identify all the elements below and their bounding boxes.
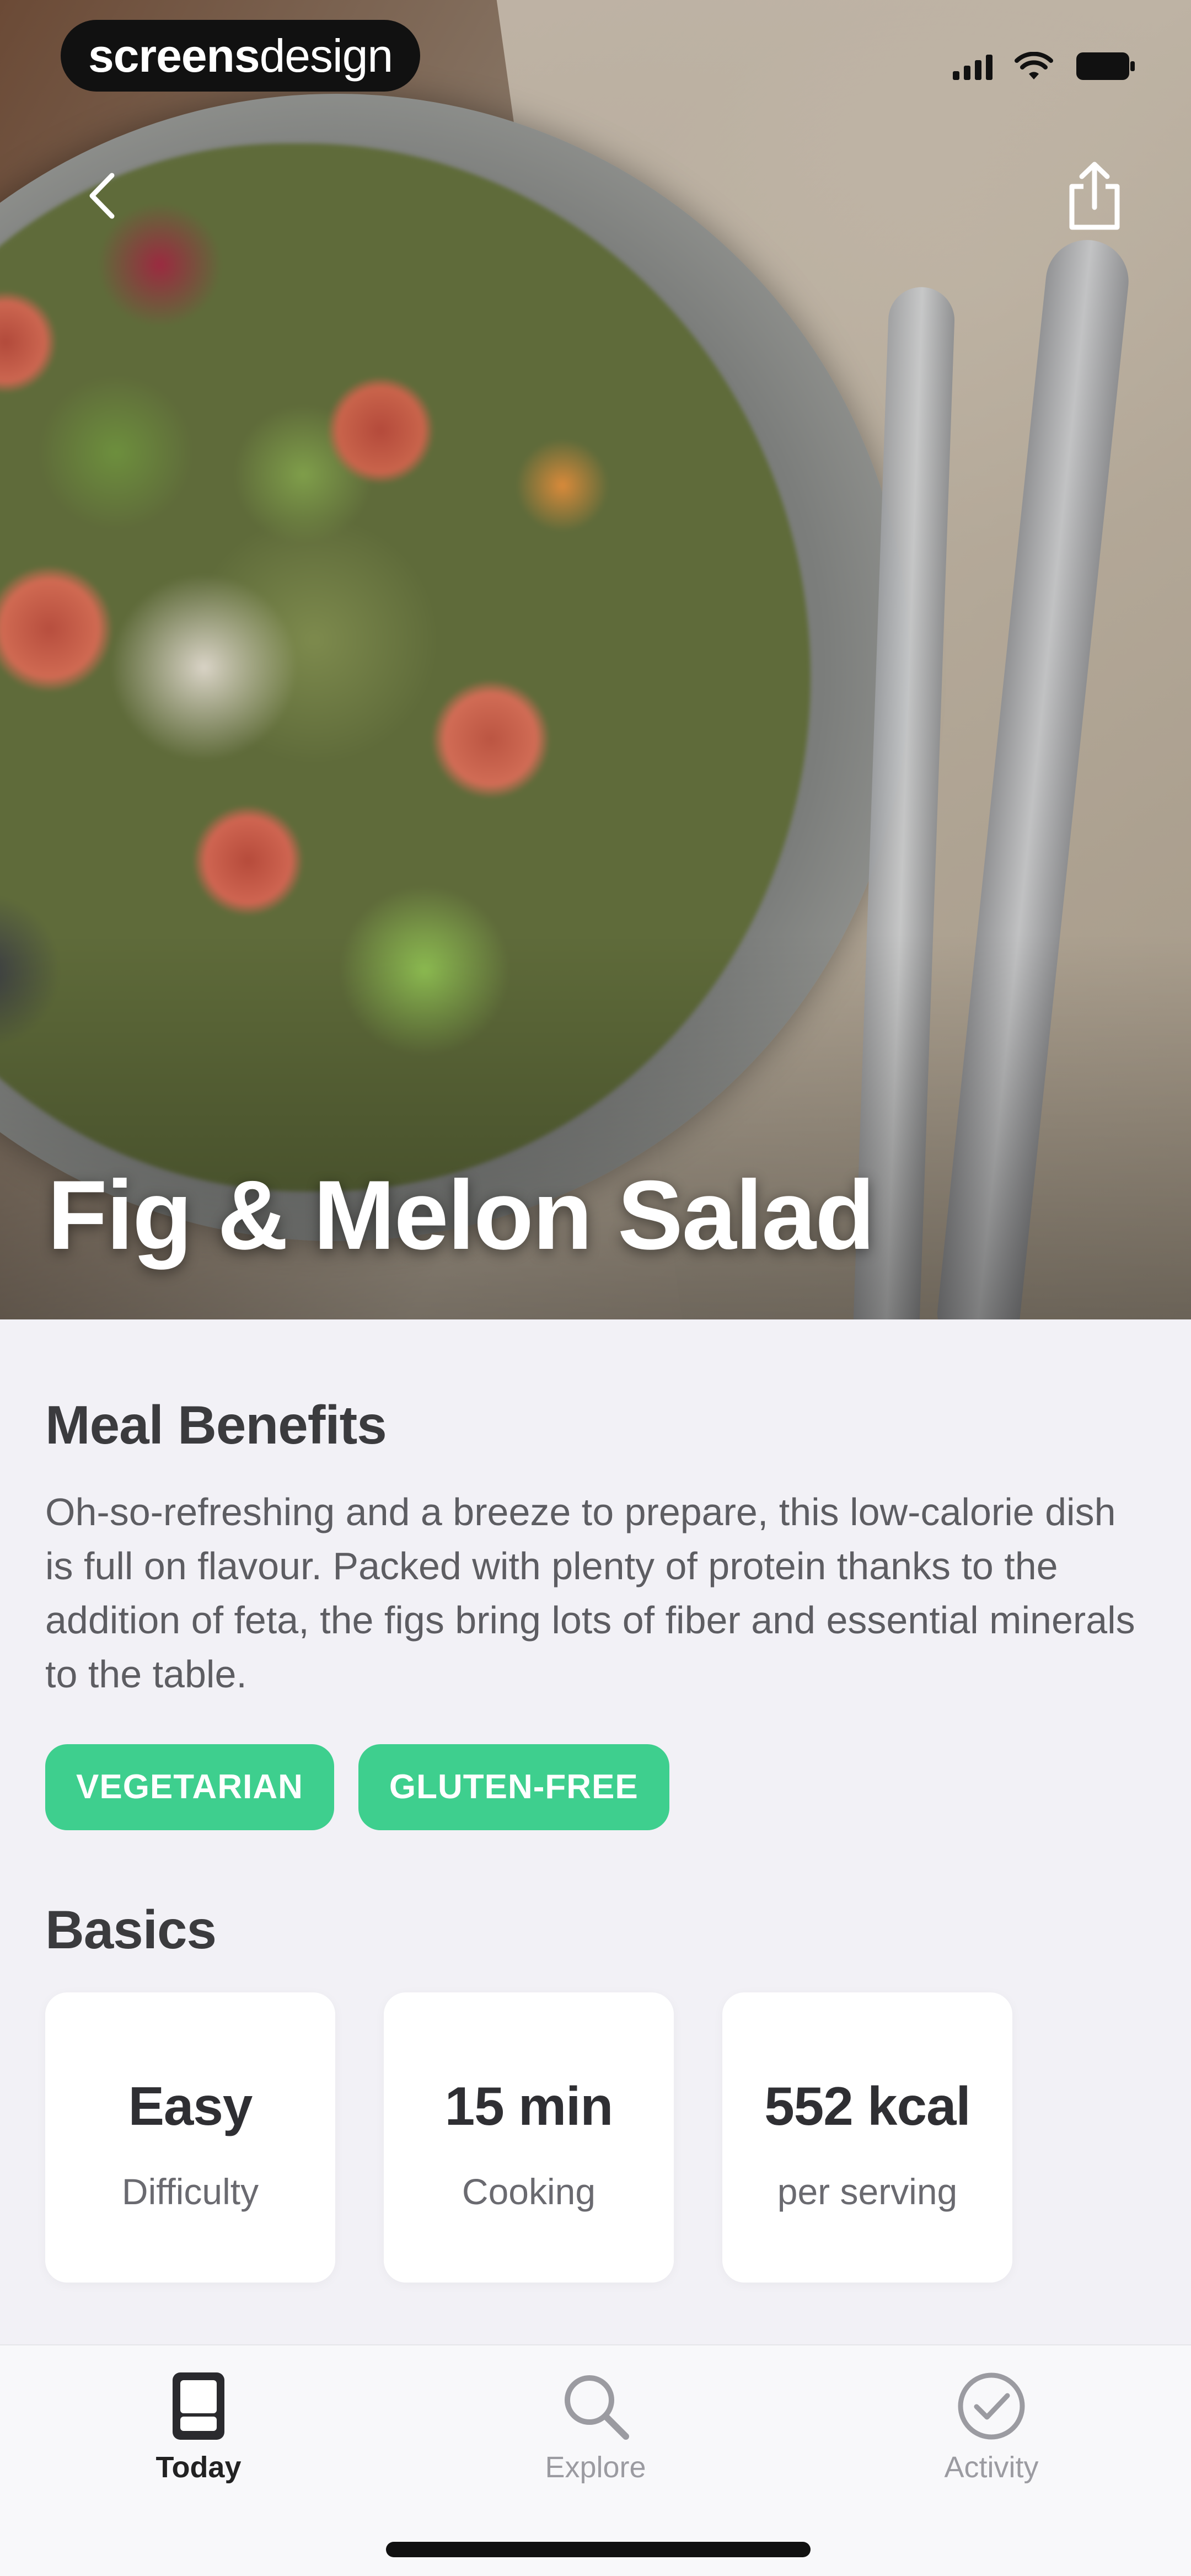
recipe-title: Fig & Melon Salad xyxy=(47,1160,875,1270)
search-icon xyxy=(557,2367,634,2445)
brand-watermark: screensdesign xyxy=(61,20,421,92)
tab-explore-label: Explore xyxy=(545,2451,646,2484)
cooking-time-card: 15 min Cooking xyxy=(384,1992,674,2283)
tab-activity-label: Activity xyxy=(944,2451,1039,2484)
brand-light: design xyxy=(259,30,394,82)
tab-explore[interactable]: Explore xyxy=(485,2367,706,2484)
share-button[interactable] xyxy=(1053,154,1136,237)
calories-value: 552 kcal xyxy=(764,2076,970,2136)
home-indicator[interactable] xyxy=(386,2542,811,2557)
basics-heading: Basics xyxy=(45,1899,217,1960)
calories-label: per serving xyxy=(777,2171,958,2212)
status-icons xyxy=(953,50,1136,83)
signal-icon xyxy=(953,52,993,80)
chevron-left-icon xyxy=(89,173,115,219)
difficulty-card: Easy Difficulty xyxy=(45,1992,335,2283)
meal-benefits-text: Oh-so-refreshing and a breeze to prepare… xyxy=(45,1490,1135,1696)
cooking-time-label: Cooking xyxy=(462,2171,596,2212)
tab-today[interactable]: Today xyxy=(88,2367,309,2484)
tab-activity[interactable]: Activity xyxy=(881,2367,1102,2484)
difficulty-label: Difficulty xyxy=(121,2171,259,2212)
status-bar: screensdesign xyxy=(0,0,1191,110)
tag-gluten-free: GLUTEN-FREE xyxy=(358,1744,669,1830)
wifi-icon xyxy=(1015,52,1053,81)
tab-today-label: Today xyxy=(155,2451,242,2484)
share-icon xyxy=(1069,162,1120,230)
tag-vegetarian: VEGETARIAN xyxy=(45,1744,334,1830)
checkmark-circle-icon xyxy=(953,2367,1030,2445)
recipe-content: Meal Benefits Oh-so-refreshing and a bre… xyxy=(0,1319,1191,2356)
diet-tags: VEGETARIAN GLUTEN-FREE xyxy=(45,1744,669,1830)
back-button[interactable] xyxy=(72,165,132,226)
hero-image xyxy=(0,0,1191,1319)
tab-bar: Today Explore Activity xyxy=(0,2344,1191,2576)
cooking-time-value: 15 min xyxy=(444,2076,613,2136)
phone-card-icon xyxy=(160,2367,237,2445)
difficulty-value: Easy xyxy=(128,2076,253,2136)
battery-icon xyxy=(1075,51,1136,81)
basics-cards: Easy Difficulty 15 min Cooking 552 kcal … xyxy=(45,1992,1012,2283)
meal-benefits-heading: Meal Benefits xyxy=(45,1394,387,1455)
recipe-detail-screen: screensdesign Fig & Melon Salad Meal Ben… xyxy=(0,0,1191,2576)
brand-bold: screens xyxy=(88,30,260,82)
calories-card: 552 kcal per serving xyxy=(722,1992,1012,2283)
